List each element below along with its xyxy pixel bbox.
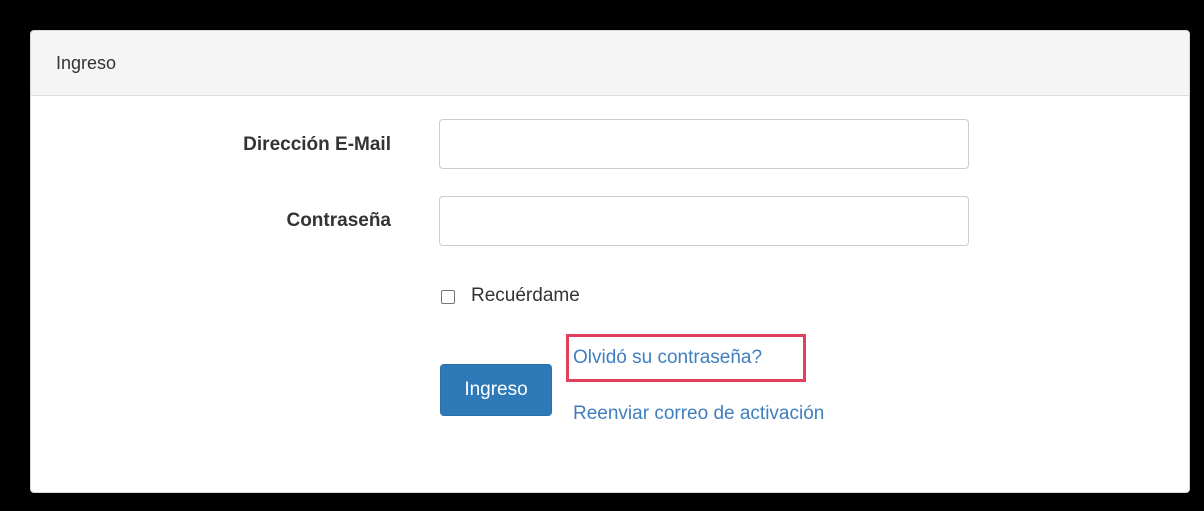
panel-title: Ingreso [56, 53, 117, 73]
email-label: Dirección E-Mail [243, 134, 391, 155]
login-panel: Ingreso Dirección E-Mail Contraseña Recu… [30, 30, 1190, 493]
password-label: Contraseña [286, 210, 391, 231]
email-field[interactable] [439, 119, 969, 169]
login-button[interactable]: Ingreso [440, 364, 552, 416]
password-field[interactable] [439, 196, 969, 246]
remember-me-checkbox[interactable] [441, 290, 455, 304]
resend-activation-link[interactable]: Reenviar correo de activación [573, 403, 824, 425]
panel-heading: Ingreso [31, 31, 1189, 96]
screenshot-frame: Ingreso Dirección E-Mail Contraseña Recu… [0, 0, 1204, 511]
forgot-password-link[interactable]: Olvidó su contraseña? [573, 347, 762, 369]
remember-me-label[interactable]: Recuérdame [471, 285, 580, 307]
